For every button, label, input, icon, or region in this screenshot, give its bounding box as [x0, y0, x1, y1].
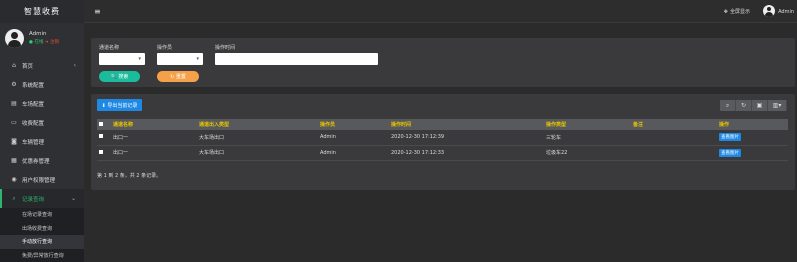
table-row: 出口一 大车场出口 Admin 2020-12-30 17:12:33 垃圾车2…: [97, 145, 788, 160]
doc-icon: ▤: [10, 100, 18, 107]
sidebar-item-label: 系统配置: [22, 81, 44, 89]
search-toggle-icon[interactable]: ⌕: [720, 100, 736, 111]
top-bar: ≡ ✥全屏显示 Admin: [84, 0, 797, 23]
submenu-item[interactable]: 在场记录查询: [0, 208, 84, 222]
submenu-item-active[interactable]: 手动放行查询: [0, 235, 84, 249]
cell-operator: Admin: [318, 130, 389, 145]
select-all-checkbox[interactable]: [99, 122, 103, 126]
row-select-cell[interactable]: [97, 130, 111, 145]
avatar: [5, 29, 24, 48]
sidebar-item-fee-config[interactable]: ▭ 收费配置: [0, 113, 84, 132]
chevron-down-icon: ⌄: [71, 195, 76, 202]
user-panel: Admin ● 在线 ➔ 注销: [0, 23, 84, 53]
table-panel: ⬇ 导出当前记录 ⌕ ↻ ▣ ▥▾ 通道名称 通道出入类型 操作员 操作时间 操…: [91, 94, 795, 190]
top-avatar[interactable]: [763, 5, 775, 17]
reset-button[interactable]: ↻ 重置: [157, 71, 199, 82]
table-row: 出口一 大车场出口 Admin 2020-12-30 17:12:39 三轮车 …: [97, 130, 788, 145]
row-checkbox[interactable]: [99, 134, 103, 138]
top-username[interactable]: Admin: [778, 9, 794, 15]
row-select-cell[interactable]: [97, 145, 111, 160]
col-header[interactable]: 通道出入类型: [197, 119, 318, 130]
columns-icon[interactable]: ▥▾: [768, 100, 787, 111]
col-header: 操作: [717, 119, 788, 130]
car-icon: ◙: [10, 138, 18, 145]
online-status: ● 在线: [29, 40, 43, 45]
channel-label: 通道名称: [99, 44, 119, 51]
user-icon: ◉: [10, 176, 18, 183]
time-input[interactable]: [215, 53, 378, 65]
cell-type: 大车场出口: [197, 130, 318, 145]
col-header[interactable]: 备注: [631, 119, 717, 130]
row-checkbox[interactable]: [99, 150, 103, 154]
sidebar-item-lot-config[interactable]: ▤ 车场配置: [0, 94, 84, 113]
sidebar-item-label: 用户权限管理: [22, 176, 55, 184]
channel-select[interactable]: ▾: [99, 53, 145, 65]
user-name: Admin: [29, 31, 59, 37]
operator-select[interactable]: ▾: [157, 53, 203, 65]
sidebar: 智慧收费 Admin ● 在线 ➔ 注销 ⌂ 首页 ‹ ⚙ 系统配置 ▤ 车场配…: [0, 0, 84, 258]
search-icon: ⌕: [10, 195, 18, 203]
sidebar-item-home[interactable]: ⌂ 首页 ‹: [0, 56, 84, 75]
cell-time: 2020-12-30 17:12:33: [389, 145, 544, 160]
chevron-left-icon: ‹: [74, 62, 76, 69]
expand-icon: ✥: [724, 9, 728, 15]
cell-time: 2020-12-30 17:12:39: [389, 130, 544, 145]
fullscreen-label: 全屏显示: [730, 9, 750, 15]
refresh-icon[interactable]: ↻: [736, 100, 752, 111]
sidebar-item-label: 首页: [22, 62, 33, 70]
menu-toggle-icon[interactable]: ≡: [94, 7, 101, 16]
sidebar-item-label: 记录查询: [22, 195, 44, 203]
money-icon: ▭: [10, 119, 18, 126]
sidebar-item-label: 车场配置: [22, 100, 44, 108]
sidebar-item-label: 优惠券管理: [22, 157, 50, 165]
toggle-view-icon[interactable]: ▣: [752, 100, 768, 111]
logout-link[interactable]: ➔ 注销: [45, 40, 59, 45]
cell-action: 查看图片: [717, 130, 788, 145]
cell-type: 大车场出口: [197, 145, 318, 160]
gear-icon: ⚙: [10, 81, 18, 88]
sidebar-item-system-config[interactable]: ⚙ 系统配置: [0, 75, 84, 94]
cell-channel: 出口一: [111, 130, 197, 145]
caret-down-icon: ▾: [138, 56, 141, 62]
sidebar-item-permissions[interactable]: ◉ 用户权限管理: [0, 170, 84, 189]
table-header-row: 通道名称 通道出入类型 操作员 操作时间 操作类型 备注 操作: [97, 119, 788, 130]
select-all-cell[interactable]: [97, 119, 111, 130]
time-label: 操作时间: [215, 44, 235, 51]
sidebar-item-coupons[interactable]: ▦ 优惠券管理: [0, 151, 84, 170]
sidebar-item-label: 收费配置: [22, 119, 44, 127]
cell-operator: Admin: [318, 145, 389, 160]
fullscreen-button[interactable]: ✥全屏显示: [724, 8, 750, 15]
cell-optype: 垃圾车22: [544, 145, 631, 160]
table-toolbar: ⌕ ↻ ▣ ▥▾: [720, 100, 787, 111]
col-header[interactable]: 操作类型: [544, 119, 631, 130]
records-submenu: 在场记录查询 出场收费查询 手动放行查询 免费/异常放行查询: [0, 208, 84, 262]
sidebar-item-vehicles[interactable]: ◙ 车辆管理: [0, 132, 84, 151]
export-button[interactable]: ⬇ 导出当前记录: [97, 99, 142, 111]
app-title: 智慧收费: [0, 0, 84, 23]
cell-optype: 三轮车: [544, 130, 631, 145]
col-header[interactable]: 通道名称: [111, 119, 197, 130]
col-header[interactable]: 操作时间: [389, 119, 544, 130]
submenu-item[interactable]: 免费/异常放行查询: [0, 249, 84, 262]
submenu-item[interactable]: 出场收费查询: [0, 222, 84, 236]
view-image-button[interactable]: 查看图片: [719, 149, 741, 157]
pagination-info: 第 1 到 2 条，共 2 条记录。: [97, 172, 161, 179]
sidebar-item-label: 车辆管理: [22, 138, 44, 146]
coupon-icon: ▦: [10, 157, 18, 164]
view-image-button[interactable]: 查看图片: [719, 133, 741, 141]
cell-note: [631, 130, 717, 145]
search-button[interactable]: 🔍 搜索: [99, 71, 140, 82]
col-header[interactable]: 操作员: [318, 119, 389, 130]
operator-label: 操作员: [157, 44, 172, 51]
cell-note: [631, 145, 717, 160]
sidebar-item-records[interactable]: ⌕ 记录查询 ⌄: [0, 189, 84, 208]
search-panel: 通道名称 ▾ 操作员 ▾ 操作时间 🔍 搜索 ↻ 重置: [91, 38, 795, 87]
cell-channel: 出口一: [111, 145, 197, 160]
home-icon: ⌂: [10, 62, 18, 69]
cell-action: 查看图片: [717, 145, 788, 160]
records-table: 通道名称 通道出入类型 操作员 操作时间 操作类型 备注 操作 出口一 大车场出…: [97, 119, 788, 161]
caret-down-icon: ▾: [196, 56, 199, 62]
